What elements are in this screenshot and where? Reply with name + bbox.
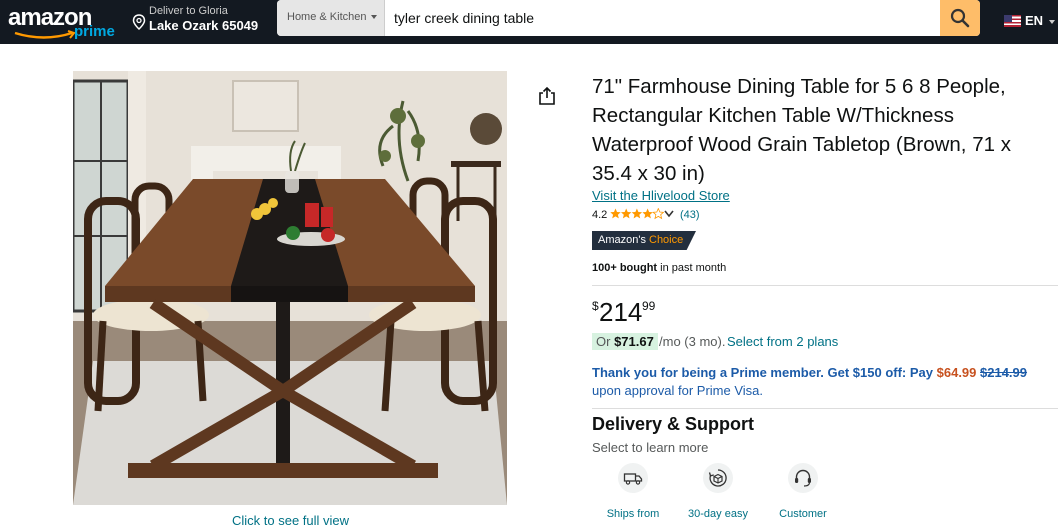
feature-label: Customer: [779, 508, 827, 520]
search-category-dropdown[interactable]: Home & Kitchen: [277, 0, 385, 36]
badge-amazons: Amazon's: [598, 234, 646, 246]
feature-label: Ships from: [606, 508, 660, 520]
prime-visa-offer[interactable]: Thank you for being a Prime member. Get …: [592, 364, 1054, 400]
search-button[interactable]: [940, 0, 980, 36]
language-label: EN: [1025, 13, 1044, 28]
share-icon: [539, 86, 555, 105]
price-symbol: $: [592, 299, 599, 313]
monthly-term: /mo (3 mo).: [659, 334, 726, 349]
rating-count-link[interactable]: (43): [680, 209, 700, 221]
feature-label: 30-day easy: [688, 508, 748, 520]
us-flag-icon: [1004, 15, 1021, 27]
feature-ships-from[interactable]: Ships from: [591, 463, 675, 530]
feature-30-day-return[interactable]: 30-day easy: [676, 463, 760, 530]
monthly-amount: $71.67: [614, 334, 654, 349]
truck-icon: [618, 463, 648, 493]
chevron-down-icon: [1049, 20, 1055, 24]
bought-count: 100+ bought: [592, 262, 658, 274]
chevron-down-icon[interactable]: [664, 210, 674, 218]
select-plans-link[interactable]: Select from 2 plans: [727, 334, 838, 349]
search-category-label: Home & Kitchen: [287, 11, 367, 23]
amazon-prime-logo[interactable]: amazon prime: [8, 4, 120, 40]
bought-in-past-month: 100+ bought in past month: [592, 262, 726, 274]
prime-offer-text: Thank you for being a Prime member. Get …: [592, 365, 933, 380]
product-main-image[interactable]: [73, 71, 507, 505]
feature-customer-service[interactable]: Customer: [761, 463, 845, 530]
price-cents: 99: [642, 299, 656, 313]
language-selector[interactable]: EN: [1004, 12, 1058, 32]
chevron-down-icon: [371, 15, 377, 19]
prime-offer-price: $64.99: [936, 365, 977, 380]
search-bar: Home & Kitchen: [277, 0, 980, 36]
badge-choice: Choice: [649, 234, 684, 246]
monthly-badge: Or $71.67: [592, 333, 658, 350]
store-link[interactable]: Visit the Hlivelood Store: [592, 188, 730, 203]
divider: [592, 285, 1058, 286]
search-icon: [950, 8, 970, 28]
price-dollars: 214: [599, 297, 643, 327]
share-button[interactable]: [537, 86, 557, 111]
rating-value: 4.2: [592, 209, 608, 221]
click-to-see-full-view-link[interactable]: Click to see full view: [232, 513, 349, 528]
smile-arrow-icon: [14, 30, 76, 39]
prime-offer-rest: upon approval for Prime Visa.: [592, 383, 764, 398]
product-title: 71" Farmhouse Dining Table for 5 6 8 Peo…: [592, 75, 1011, 185]
return-box-icon: [703, 463, 733, 493]
delivery-support-subheading: Select to learn more: [592, 440, 709, 455]
divider: [592, 408, 1058, 409]
logo-prime: prime: [74, 23, 115, 40]
monthly-or: Or: [596, 334, 611, 349]
bought-period: in past month: [657, 262, 727, 274]
dining-table-photo: [73, 71, 507, 505]
location-pin-icon: [132, 14, 146, 30]
star-rating-icon[interactable]: [610, 208, 664, 220]
prime-offer-strike-price: $214.99: [980, 365, 1028, 380]
deliver-to-zip: Lake Ozark 65049: [149, 18, 259, 33]
deliver-to-name: Deliver to Gloria: [149, 5, 228, 17]
search-input[interactable]: [386, 0, 940, 36]
delivery-support-heading: Delivery & Support: [592, 414, 755, 434]
headset-icon: [788, 463, 818, 493]
deliver-to-location[interactable]: Deliver to Gloria Lake Ozark 65049: [130, 4, 270, 40]
top-nav-bar: amazon prime Deliver to Gloria Lake Ozar…: [0, 0, 1058, 44]
amazons-choice-badge: Amazon's Choice: [592, 231, 696, 250]
